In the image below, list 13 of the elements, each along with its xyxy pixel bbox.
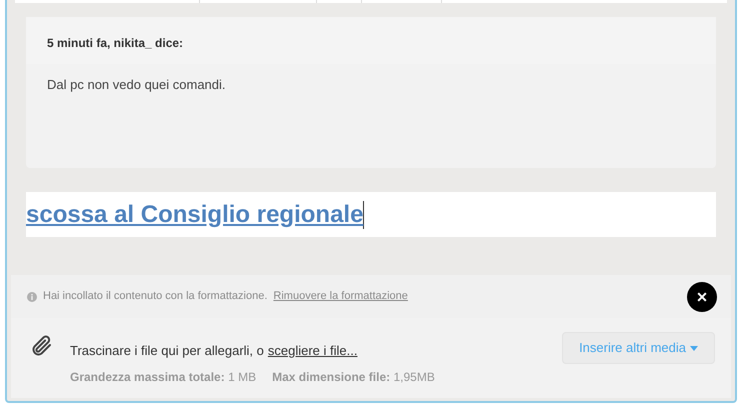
upload-hint: Trascinare i file qui per allegarli, o — [70, 342, 264, 360]
notice-text: Hai incollato il contenuto con la formattazione. — [43, 289, 268, 304]
editor-link-text[interactable]: scossa al Consiglio regionale — [26, 200, 364, 228]
choose-files-link[interactable]: scegliere i file... — [268, 341, 358, 360]
quote-text: Dal pc non vedo quei comandi. — [46, 76, 227, 94]
editor-field[interactable]: scossa al Consiglio regionale — [26, 192, 716, 237]
info-icon — [27, 292, 37, 302]
close-button[interactable]: × — [687, 282, 717, 312]
size-limit: Grandezza massima totale: 1 MB — [70, 368, 256, 386]
insert-media-button[interactable]: Inserire altri media — [562, 332, 715, 364]
caret-icon — [690, 346, 698, 350]
remove-formatting-link[interactable]: Rimuovere la formattazione — [273, 288, 408, 305]
size-limit: Max dimensione file: 1,95MB — [272, 368, 435, 386]
